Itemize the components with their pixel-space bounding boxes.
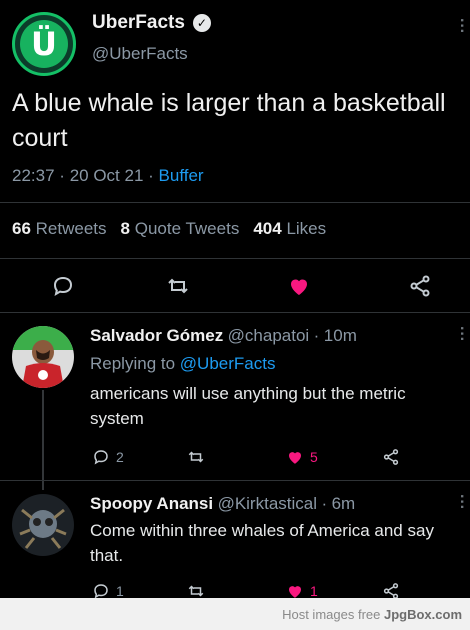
- reply-header: Spoopy Anansi @Kirktastical · 6m: [90, 494, 355, 514]
- reply-separator: ·: [321, 494, 328, 513]
- retweet-icon[interactable]: [165, 273, 191, 299]
- meta-separator: ·: [148, 166, 154, 185]
- reply-time[interactable]: 10m: [324, 326, 357, 345]
- reply-count: 2: [116, 449, 124, 465]
- reply-author-handle[interactable]: @Kirktastical: [218, 494, 317, 513]
- reply-icon[interactable]: [50, 273, 76, 299]
- reply-icon: [94, 450, 108, 465]
- reply-author-handle[interactable]: @chapatoi: [228, 326, 310, 345]
- divider: [0, 312, 470, 313]
- heart-icon[interactable]: [286, 273, 312, 299]
- likes-label: Likes: [286, 219, 327, 238]
- replying-to-prefix: Replying to: [90, 354, 176, 373]
- more-options-icon[interactable]: ···: [452, 326, 470, 342]
- replying-to-handle[interactable]: @UberFacts: [180, 354, 276, 373]
- retweet-icon: [188, 451, 204, 463]
- thread-line: [42, 390, 44, 490]
- reply-header: Salvador Gómez @chapatoi · 10m: [90, 326, 357, 346]
- retweets-count: 66: [12, 219, 31, 238]
- quotes-count: 8: [120, 219, 130, 238]
- likes-count: 404: [253, 219, 282, 238]
- author-handle[interactable]: @UberFacts: [92, 44, 188, 64]
- tweet-text: A blue whale is larger than a basketball…: [12, 89, 446, 152]
- divider: [0, 258, 470, 259]
- more-options-icon[interactable]: ···: [452, 18, 470, 34]
- reply-author-name[interactable]: Salvador Gómez: [90, 326, 223, 345]
- quotes-label: Quote Tweets: [134, 219, 240, 238]
- verified-badge-icon: ✓: [192, 14, 211, 32]
- retweet-action[interactable]: [187, 448, 205, 466]
- divider: [0, 202, 470, 203]
- tweet-stats: 66 Retweets 8 Quote Tweets 404 Likes: [12, 219, 326, 239]
- watermark-text: Host images free JpgBox.com: [282, 607, 462, 622]
- reply-count: 1: [116, 583, 124, 599]
- retweets-label: Retweets: [35, 219, 107, 238]
- author-name[interactable]: UberFacts: [92, 12, 185, 34]
- tweet-time[interactable]: 22:37: [12, 166, 55, 185]
- reply-text: Come within three whales of America and …: [90, 521, 434, 565]
- author-name-row: UberFacts ✓: [92, 12, 211, 34]
- like-count: 5: [310, 449, 318, 465]
- reply-action[interactable]: 2: [92, 448, 124, 466]
- like-action[interactable]: 5: [286, 448, 318, 466]
- tweet-meta: 22:37 · 20 Oct 21 · Buffer: [12, 166, 204, 186]
- reply-time[interactable]: 6m: [332, 494, 356, 513]
- tweet-source[interactable]: Buffer: [159, 166, 204, 185]
- reply-separator: ·: [313, 326, 320, 345]
- tweet-date[interactable]: 20 Oct 21: [70, 166, 144, 185]
- divider: [0, 480, 470, 481]
- share-action[interactable]: [382, 448, 400, 466]
- replying-to: Replying to @UberFacts: [90, 354, 275, 374]
- heart-icon: [289, 452, 301, 464]
- retweets-stat[interactable]: 66 Retweets: [12, 219, 107, 239]
- watermark-brand[interactable]: JpgBox.com: [384, 607, 462, 622]
- salvador-avatar[interactable]: [12, 326, 74, 388]
- more-options-icon[interactable]: ···: [452, 494, 470, 510]
- meta-separator: ·: [59, 166, 65, 185]
- reply-text: americans will use anything but the metr…: [90, 384, 406, 428]
- uberfacts-avatar[interactable]: Ü: [12, 12, 76, 76]
- quotes-stat[interactable]: 8 Quote Tweets: [121, 219, 240, 239]
- uberfacts-logo-icon: Ü: [20, 20, 68, 68]
- watermark-prefix: Host images free: [282, 607, 381, 622]
- spoopy-avatar[interactable]: [12, 494, 74, 556]
- share-icon[interactable]: [407, 273, 433, 299]
- likes-stat[interactable]: 404 Likes: [253, 219, 326, 239]
- share-icon: [383, 449, 399, 465]
- like-count: 1: [310, 583, 318, 599]
- reply-author-name[interactable]: Spoopy Anansi: [90, 494, 213, 513]
